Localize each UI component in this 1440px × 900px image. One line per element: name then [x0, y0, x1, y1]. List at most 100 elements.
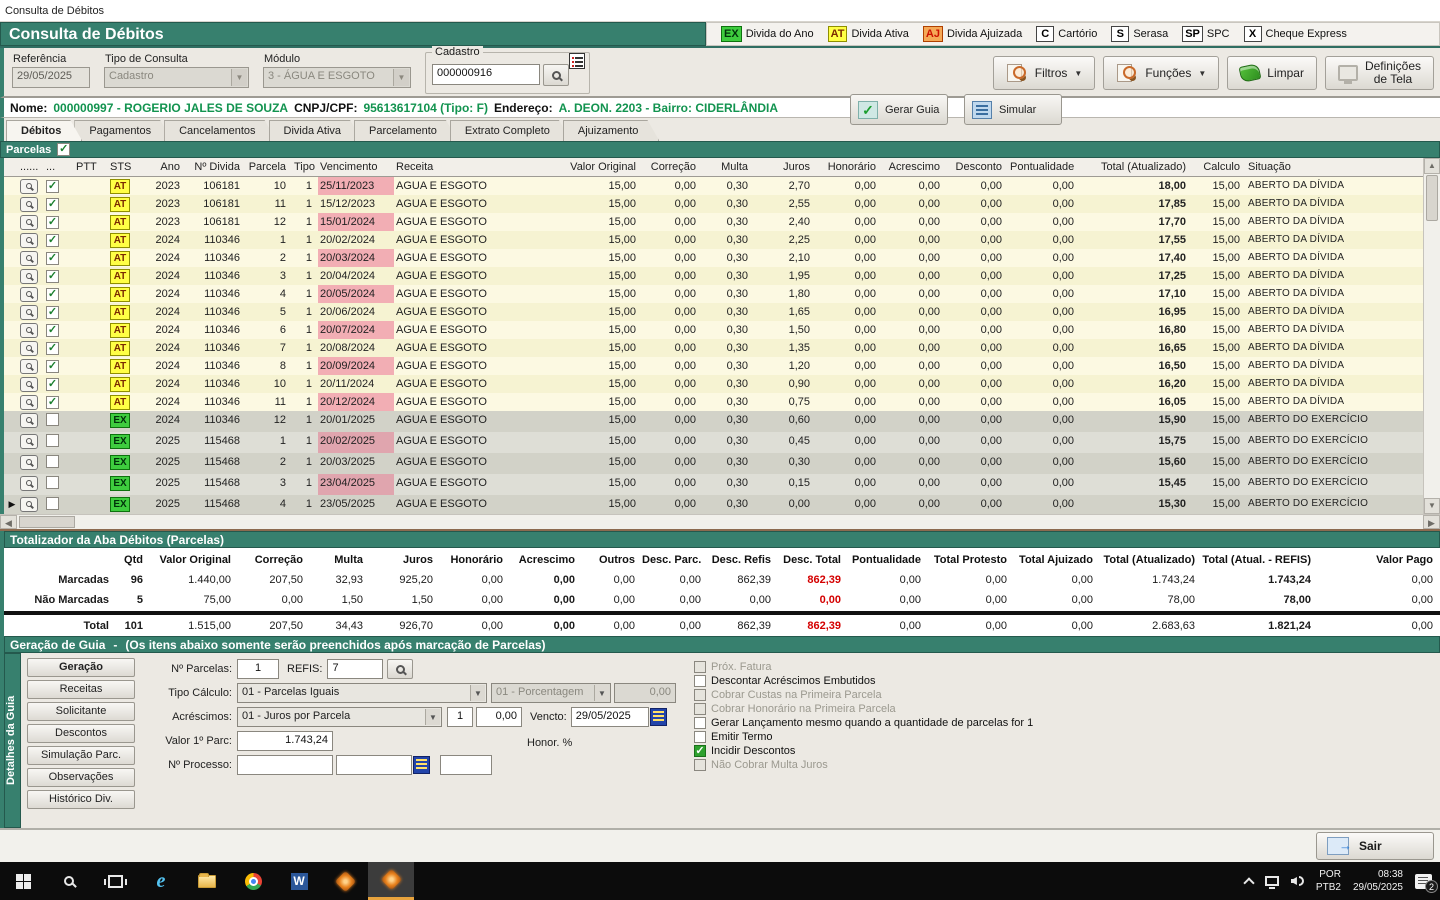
scroll-down-icon[interactable]: ▼ [1424, 498, 1440, 514]
grid-header[interactable]: Acrescimo [882, 158, 946, 177]
guia-option[interactable]: Emitir Termo [694, 731, 1124, 744]
tab-parcelamento[interactable]: Parcelamento [354, 120, 458, 141]
scroll-left-icon[interactable]: ◀ [0, 515, 17, 529]
grid-header[interactable]: Pontualidade [1008, 158, 1080, 177]
option-checkbox[interactable] [694, 759, 706, 771]
simular-button[interactable]: Simular [964, 94, 1062, 125]
refis-input[interactable]: 7 [327, 659, 384, 679]
list-icon[interactable] [569, 53, 585, 69]
grid-header[interactable]: Tipo [292, 158, 318, 177]
scroll-up-icon[interactable]: ▲ [1424, 158, 1440, 174]
filtros-button[interactable]: Filtros ▼ [992, 56, 1096, 90]
refis-search-button[interactable] [387, 659, 414, 679]
grid-header[interactable]: ...... [18, 158, 44, 177]
definicoes-tela-button[interactable]: Definições de Tela [1324, 56, 1434, 90]
funcoes-button[interactable]: Funções ▼ [1103, 56, 1220, 90]
n-parcelas-input[interactable]: 1 [237, 659, 279, 679]
processo-aux-input[interactable] [336, 755, 412, 775]
tipo-calculo-select[interactable]: 01 - Parcelas Iguais ▼ [237, 683, 487, 703]
tab-ajuizamento[interactable]: Ajuizamento [563, 120, 660, 141]
honor-input[interactable] [440, 755, 492, 775]
clock[interactable]: 08:38 29/05/2025 [1353, 868, 1403, 894]
acrescimos-qtd-input[interactable]: 1 [447, 707, 473, 727]
taskbar-search-button[interactable] [46, 862, 92, 900]
guia-option[interactable]: Incidir Descontos [694, 745, 1124, 758]
grid-header[interactable]: Valor Original [562, 158, 642, 177]
option-checkbox[interactable] [694, 745, 706, 757]
horizontal-scroll-thumb[interactable] [19, 516, 75, 528]
tab-d-bitos[interactable]: Débitos [6, 120, 82, 141]
cadastro-input[interactable]: 000000916 [432, 64, 540, 85]
guia-option[interactable]: Próx. Fatura [694, 661, 1124, 674]
cadastro-search-button[interactable] [543, 64, 569, 86]
grid-header[interactable]: Parcela [246, 158, 292, 177]
tab-pagamentos[interactable]: Pagamentos [74, 120, 172, 141]
vertical-scroll-thumb[interactable] [1426, 175, 1438, 221]
grid-header[interactable]: PTT [74, 158, 108, 177]
grid-header[interactable]: Honorário [816, 158, 882, 177]
file-explorer-button[interactable] [184, 862, 230, 900]
guia-option[interactable]: Não Cobrar Multa Juros [694, 759, 1124, 772]
guia-button-simula-o-parc-[interactable]: Simulação Parc. [27, 746, 135, 765]
acrescimos-num-input[interactable]: 0,00 [476, 707, 522, 727]
grid-header[interactable]: Multa [702, 158, 754, 177]
guia-button-observa-es[interactable]: Observações [27, 768, 135, 787]
guia-option[interactable]: Cobrar Honorário na Primeira Parcela [694, 703, 1124, 716]
detalhes-guia-vertical-tab[interactable]: Detalhes da Guia [4, 653, 21, 828]
referencia-input[interactable]: 29/05/2025 [12, 67, 90, 88]
grid-header[interactable]: Total (Atualizado) [1080, 158, 1192, 177]
grid-header[interactable]: Receita [394, 158, 562, 177]
app-button-2-active[interactable] [368, 862, 414, 900]
guia-option[interactable]: Gerar Lançamento mesmo quando a quantida… [694, 717, 1124, 730]
tab-cancelamentos[interactable]: Cancelamentos [164, 120, 276, 141]
start-button[interactable] [0, 862, 46, 900]
guia-option[interactable]: Cobrar Custas na Primeira Parcela [694, 689, 1124, 702]
grid-header[interactable]: Ano [142, 158, 186, 177]
calculator-icon[interactable] [413, 756, 430, 774]
option-checkbox[interactable] [694, 731, 706, 743]
guia-button-receitas[interactable]: Receitas [27, 680, 135, 699]
parcelas-checkbox[interactable] [57, 143, 71, 156]
option-checkbox[interactable] [694, 717, 706, 729]
option-checkbox[interactable] [694, 703, 706, 715]
app-button-1[interactable] [322, 862, 368, 900]
option-checkbox[interactable] [694, 661, 706, 673]
tab-extrato-completo[interactable]: Extrato Completo [450, 120, 571, 141]
guia-button-gera-o[interactable]: Geração [27, 658, 135, 677]
vertical-scrollbar[interactable]: ▲ ▼ [1423, 158, 1440, 514]
volume-icon[interactable] [1290, 876, 1304, 886]
guia-button-descontos[interactable]: Descontos [27, 724, 135, 743]
option-checkbox[interactable] [694, 689, 706, 701]
chrome-button[interactable] [230, 862, 276, 900]
grid-header[interactable]: Calculo [1192, 158, 1246, 177]
guia-option[interactable]: Descontar Acréscimos Embutidos [694, 675, 1124, 688]
language-indicator[interactable]: POR PTB2 [1316, 868, 1341, 894]
grid-header[interactable] [4, 158, 18, 177]
valor-parc-input[interactable]: 1.743,24 [237, 731, 333, 751]
scroll-right-icon[interactable]: ▶ [1423, 515, 1440, 529]
grid-header[interactable]: ... [44, 158, 74, 177]
internet-explorer-button[interactable]: e [138, 862, 184, 900]
modulo-select[interactable]: 3 - ÁGUA E ESGOTO ▼ [263, 67, 411, 88]
guia-button-solicitante[interactable]: Solicitante [27, 702, 135, 721]
network-icon[interactable] [1264, 876, 1279, 889]
vencto-input[interactable]: 29/05/2025 [570, 707, 649, 727]
grid-header[interactable]: Correção [642, 158, 702, 177]
grid-header[interactable]: Juros [754, 158, 816, 177]
gerar-guia-button[interactable]: ✓ Gerar Guia [850, 94, 948, 125]
grid-header[interactable]: Desconto [946, 158, 1008, 177]
horizontal-scrollbar[interactable]: ◀ ▶ [0, 514, 1440, 531]
sair-button[interactable]: Sair [1316, 832, 1434, 860]
notifications-icon[interactable]: 2 [1415, 873, 1438, 893]
grid-header[interactable]: Nº Divida [186, 158, 246, 177]
tray-expand-icon[interactable] [1243, 877, 1255, 889]
task-view-button[interactable] [92, 862, 138, 900]
acrescimos-select[interactable]: 01 - Juros por Parcela ▼ [237, 707, 442, 727]
grid-header[interactable]: STS [108, 158, 142, 177]
guia-button-hist-rico-div-[interactable]: Histórico Div. [27, 790, 135, 809]
option-checkbox[interactable] [694, 675, 706, 687]
calendar-icon[interactable] [649, 708, 667, 726]
grid-header[interactable]: Situação [1246, 158, 1424, 177]
limpar-button[interactable]: Limpar [1227, 56, 1317, 90]
word-button[interactable]: W [276, 862, 322, 900]
